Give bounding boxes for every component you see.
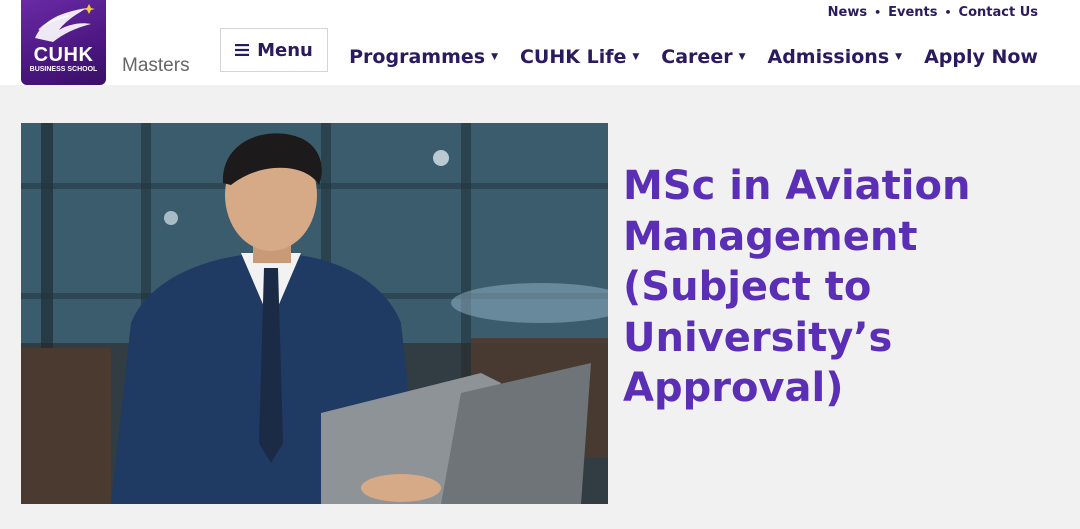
nav-item-label: Programmes bbox=[349, 46, 486, 68]
menu-button-label: Menu bbox=[257, 39, 313, 61]
man-using-laptop-image bbox=[21, 123, 608, 504]
main-navigation: Programmes ▼ CUHK Life ▼ Career ▼ Admiss… bbox=[349, 46, 1038, 68]
nav-item-label: CUHK Life bbox=[519, 46, 627, 68]
nav-item-career[interactable]: Career ▼ bbox=[661, 46, 745, 68]
caret-down-icon: ▼ bbox=[738, 52, 746, 62]
logo-sub-text: BUSINESS SCHOOL bbox=[29, 66, 98, 73]
nav-item-label: Career bbox=[661, 46, 733, 68]
hamburger-icon bbox=[235, 44, 250, 56]
separator-dot: • bbox=[944, 6, 952, 19]
menu-button[interactable]: Menu bbox=[220, 28, 328, 72]
separator-dot: • bbox=[874, 6, 882, 19]
caret-down-icon: ▼ bbox=[895, 52, 903, 62]
hero-image bbox=[21, 123, 608, 504]
phoenix-icon bbox=[35, 4, 95, 42]
nav-item-label: Apply Now bbox=[924, 46, 1038, 68]
nav-item-admissions[interactable]: Admissions ▼ bbox=[768, 46, 903, 68]
site-section-label: Masters bbox=[122, 55, 190, 76]
logo-main-text: CUHK bbox=[33, 44, 94, 66]
nav-item-label: Admissions bbox=[767, 46, 890, 68]
cuhk-business-school-logo[interactable]: CUHK BUSINESS SCHOOL bbox=[21, 0, 106, 85]
caret-down-icon: ▼ bbox=[632, 52, 640, 62]
caret-down-icon: ▼ bbox=[491, 52, 498, 62]
nav-item-apply-now[interactable]: Apply Now bbox=[924, 46, 1038, 68]
utility-link-events[interactable]: Events bbox=[888, 5, 937, 20]
site-header: CUHK BUSINESS SCHOOL Masters Menu News •… bbox=[0, 0, 1080, 85]
nav-item-cuhk-life[interactable]: CUHK Life ▼ bbox=[520, 46, 639, 68]
utility-link-contact-us[interactable]: Contact Us bbox=[959, 5, 1038, 20]
utility-link-news[interactable]: News bbox=[828, 5, 867, 20]
page-title: MSc in Aviation Management (Subject to U… bbox=[623, 163, 971, 411]
nav-item-programmes[interactable]: Programmes ▼ bbox=[349, 46, 498, 68]
utility-nav: News • Events • Contact Us bbox=[828, 5, 1038, 20]
